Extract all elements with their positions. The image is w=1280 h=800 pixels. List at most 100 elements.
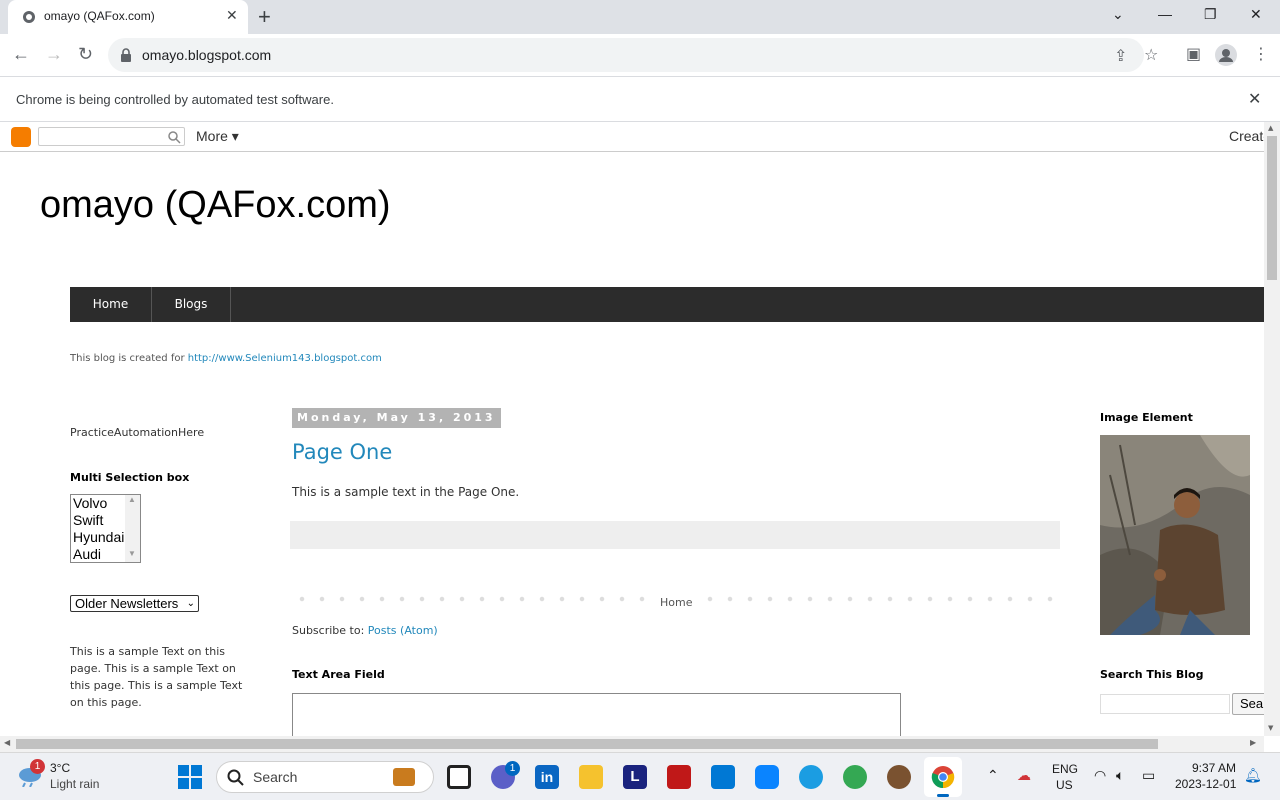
notification-bell-icon[interactable]: 🔔︎ xyxy=(1244,767,1262,784)
minimize-button[interactable]: — xyxy=(1158,6,1172,22)
option-swift[interactable]: Swift xyxy=(73,512,103,528)
search-label: Search xyxy=(253,769,298,785)
navbar-search-input[interactable] xyxy=(38,127,185,146)
profile-photo xyxy=(1100,435,1250,635)
url-text: omayo.blogspot.com xyxy=(142,47,272,63)
pager-dots xyxy=(700,596,1055,602)
onedrive-icon[interactable]: ☁ xyxy=(1017,767,1031,784)
forward-button[interactable]: → xyxy=(45,44,63,65)
blog-title[interactable]: omayo (QAFox.com) xyxy=(40,184,391,227)
bookmark-star-icon[interactable]: ☆ xyxy=(1144,45,1158,64)
option-volvo[interactable]: Volvo xyxy=(73,495,107,511)
scroll-up-icon[interactable]: ▲ xyxy=(128,495,136,504)
cortana-icon[interactable] xyxy=(755,765,779,789)
option-hyundai[interactable]: Hyundai xyxy=(73,529,124,545)
text-area-field[interactable] xyxy=(292,693,901,736)
horizontal-scroll-thumb[interactable] xyxy=(16,739,1158,749)
restore-button[interactable]: ❐ xyxy=(1204,6,1217,23)
multi-select-scrollbar[interactable]: ▲ ▼ xyxy=(125,495,140,562)
menu-icon[interactable]: ⋮ xyxy=(1253,44,1269,63)
side-panel-icon[interactable]: ▣ xyxy=(1186,44,1201,63)
l-app-icon[interactable]: L xyxy=(623,765,647,789)
scroll-left-arrow-icon[interactable]: ◀ xyxy=(4,738,10,747)
blogger-logo-icon[interactable] xyxy=(11,127,31,147)
search-icon xyxy=(227,769,244,786)
task-view-icon[interactable] xyxy=(447,765,471,789)
language-top[interactable]: ENG xyxy=(1052,762,1078,776)
multi-selection-box[interactable]: Volvo Swift Hyundai Audi ▲ ▼ xyxy=(70,494,141,563)
tab-search-icon[interactable]: ⌄ xyxy=(1112,6,1124,23)
clock-date[interactable]: 2023-12-01 xyxy=(1175,777,1236,791)
tab-blogs[interactable]: Blogs xyxy=(152,287,231,322)
image-element-heading: Image Element xyxy=(1100,411,1193,424)
tab-home[interactable]: Home xyxy=(70,287,152,322)
vertical-scroll-thumb[interactable] xyxy=(1267,136,1277,280)
clock-time[interactable]: 9:37 AM xyxy=(1192,761,1236,775)
lock-icon xyxy=(121,48,131,62)
chevron-down-icon: ⌄ xyxy=(186,598,195,609)
infobar-message: Chrome is being controlled by automated … xyxy=(16,92,334,107)
chrome-active-button[interactable] xyxy=(924,757,962,797)
address-bar[interactable]: omayo.blogspot.com ⇪ ☆ xyxy=(108,38,1158,72)
browser-tab[interactable]: omayo (QAFox.com) ✕ xyxy=(8,0,248,34)
mcafee-icon[interactable] xyxy=(667,765,691,789)
wifi-icon[interactable]: ◠ xyxy=(1094,767,1106,784)
vertical-scrollbar[interactable]: ▲ ▼ xyxy=(1264,122,1280,736)
blog-search-input[interactable] xyxy=(1100,694,1230,714)
post-title[interactable]: Page One xyxy=(292,440,392,464)
app-icon[interactable] xyxy=(887,765,911,789)
create-blog-link[interactable]: Create xyxy=(1229,128,1264,144)
weather-temp: 3°C xyxy=(50,761,71,775)
linkedin-icon[interactable]: in xyxy=(535,765,559,789)
edge-icon[interactable] xyxy=(799,765,823,789)
option-audi[interactable]: Audi xyxy=(73,546,101,562)
blog-description: This blog is created for http://www.Sele… xyxy=(70,353,382,364)
briefcase-icon xyxy=(393,768,415,786)
blogger-navbar: More ▾ Create xyxy=(0,122,1264,152)
microsoft-store-icon[interactable] xyxy=(711,765,735,789)
battery-icon[interactable]: ▭ xyxy=(1142,767,1155,784)
blog-search-button[interactable]: Sea xyxy=(1232,693,1264,715)
close-tab-icon[interactable]: ✕ xyxy=(226,8,238,24)
automation-infobar: Chrome is being controlled by automated … xyxy=(0,76,1280,122)
tab-strip: omayo (QAFox.com) ✕ + ⌄ — ❐ ✕ xyxy=(0,0,1280,34)
horizontal-scrollbar[interactable]: ◀ ▶ xyxy=(0,736,1264,752)
windows-taskbar: 1 3°C Light rain Search 1 in L ⌃ ☁ ENG U… xyxy=(0,752,1280,800)
windows-start-icon[interactable] xyxy=(178,765,202,789)
file-explorer-icon[interactable] xyxy=(579,765,603,789)
weather-desc: Light rain xyxy=(50,777,100,791)
scroll-down-arrow-icon[interactable]: ▼ xyxy=(1268,724,1273,732)
post-footer xyxy=(290,521,1060,549)
scroll-right-arrow-icon[interactable]: ▶ xyxy=(1250,738,1256,747)
browser-toolbar: ← → ↻ omayo.blogspot.com ⇪ ☆ ▣ ⋮ xyxy=(0,34,1280,76)
teams-badge: 1 xyxy=(505,761,520,776)
close-infobar-icon[interactable]: ✕ xyxy=(1248,89,1261,108)
weather-widget[interactable]: 1 xyxy=(16,759,45,791)
chevron-up-icon[interactable]: ⌃ xyxy=(987,767,999,784)
pager-dots xyxy=(292,596,652,602)
more-menu[interactable]: More ▾ xyxy=(196,128,239,145)
scroll-up-arrow-icon[interactable]: ▲ xyxy=(1268,124,1273,132)
share-icon[interactable]: ⇪ xyxy=(1114,46,1127,65)
reload-button[interactable]: ↻ xyxy=(78,44,93,65)
close-window-button[interactable]: ✕ xyxy=(1250,6,1262,23)
new-tab-button[interactable]: + xyxy=(258,4,271,30)
globe-icon xyxy=(23,11,35,23)
atom-feed-link[interactable]: Posts (Atom) xyxy=(368,624,438,637)
back-button[interactable]: ← xyxy=(12,44,30,65)
profile-icon[interactable] xyxy=(1215,44,1237,66)
chrome-profile-icon[interactable] xyxy=(843,765,867,789)
page-viewport: More ▾ Create omayo (QAFox.com) Home Blo… xyxy=(0,122,1264,736)
sample-text: This is a sample Text on this page. This… xyxy=(70,645,243,709)
taskbar-search[interactable]: Search xyxy=(216,761,434,793)
weather-badge: 1 xyxy=(30,759,45,774)
post-body: This is a sample text in the Page One. xyxy=(292,485,520,499)
scroll-down-icon[interactable]: ▼ xyxy=(128,549,136,558)
language-bottom[interactable]: US xyxy=(1056,778,1073,792)
search-icon[interactable] xyxy=(167,130,181,144)
description-link[interactable]: http://www.Selenium143.blogspot.com xyxy=(188,353,382,364)
volume-icon[interactable]: 🔈︎ xyxy=(1116,767,1124,784)
search-blog-heading: Search This Blog xyxy=(1100,668,1204,681)
newsletter-dropdown[interactable]: Older Newsletters ⌄ xyxy=(70,595,199,612)
home-link[interactable]: Home xyxy=(660,596,692,609)
